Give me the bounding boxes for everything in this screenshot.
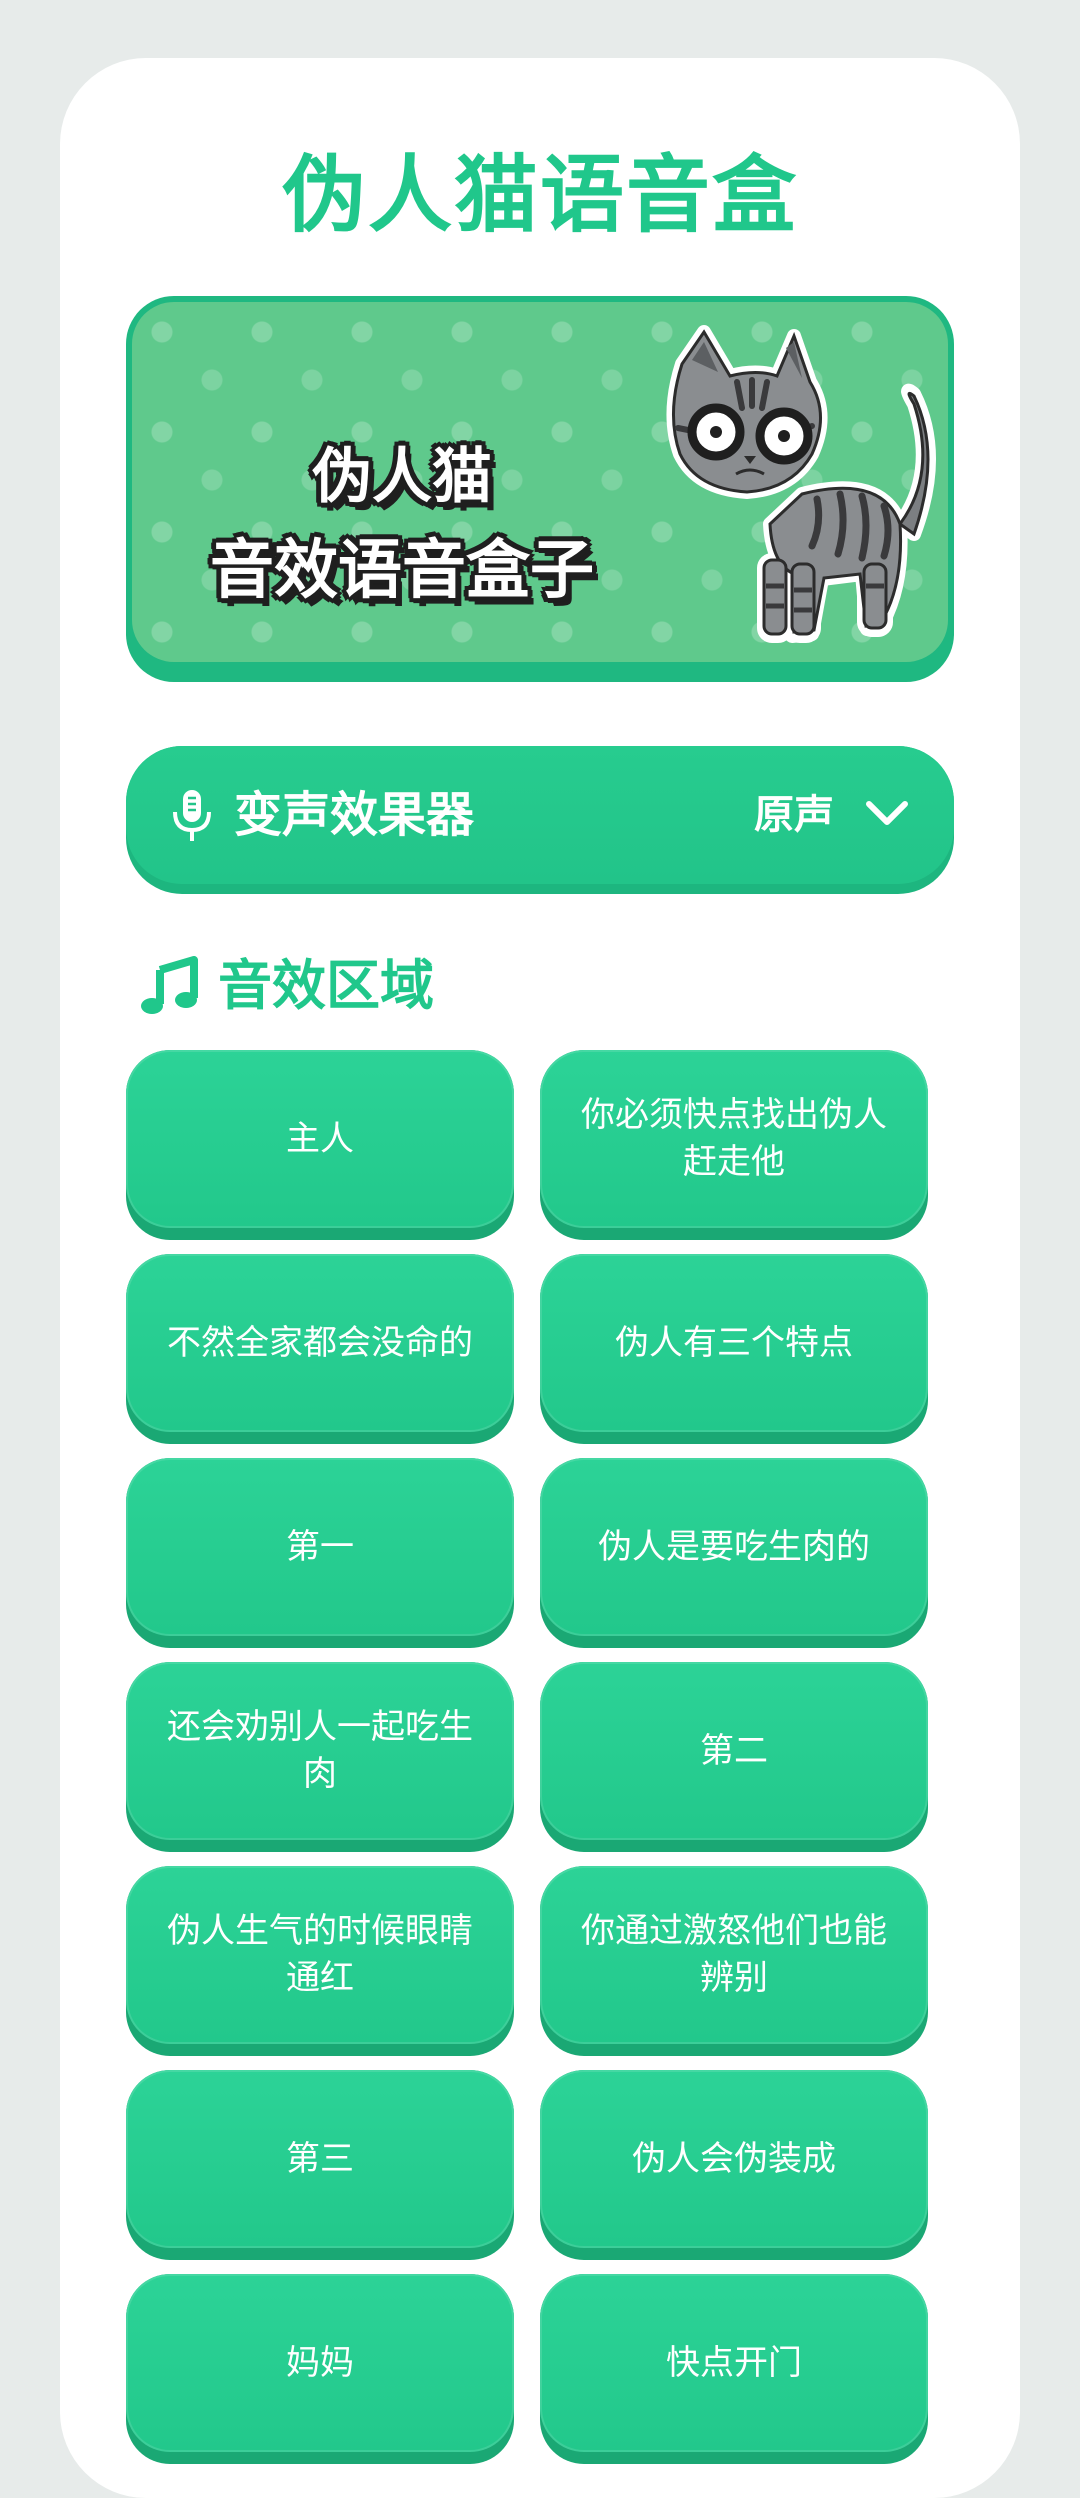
cat-illustration bbox=[666, 325, 936, 643]
sound-effect-button[interactable]: 伪人有三个特点 bbox=[540, 1254, 928, 1444]
sound-effect-label: 不然全家都会没命的 bbox=[167, 1322, 473, 1363]
sound-effect-label: 第一 bbox=[286, 1526, 354, 1567]
microphone-icon bbox=[173, 790, 211, 841]
sound-effect-label: 伪人会伪装成 bbox=[632, 2138, 836, 2179]
sound-effect-button[interactable]: 不然全家都会没命的 bbox=[126, 1254, 514, 1444]
sound-effect-button-face[interactable]: 不然全家都会没命的 bbox=[126, 1254, 514, 1432]
banner-title-line2: 音效语音盒子 bbox=[210, 534, 594, 608]
sound-effect-button-face[interactable]: 还会劝别人一起吃生肉 bbox=[126, 1662, 514, 1840]
sound-effect-button[interactable]: 妈妈 bbox=[126, 2274, 514, 2464]
sound-effect-button-face[interactable]: 伪人生气的时候眼睛通红 bbox=[126, 1866, 514, 2044]
sound-effect-button-face[interactable]: 伪人是要吃生肉的 bbox=[540, 1458, 928, 1636]
sound-effect-label: 你通过激怒他们也能辨别 bbox=[581, 1911, 887, 1998]
sound-effect-label: 还会劝别人一起吃生肉 bbox=[167, 1707, 473, 1794]
music-note-icon bbox=[141, 956, 198, 1014]
voice-changer-dropdown[interactable]: 变声效果器 原声 bbox=[126, 746, 954, 894]
banner: 伪人猫 音效语音盒子 bbox=[126, 296, 954, 682]
chevron-down-icon[interactable] bbox=[864, 796, 910, 830]
sound-effect-button-face[interactable]: 快点开门 bbox=[540, 2274, 928, 2452]
sound-effect-button[interactable]: 你通过激怒他们也能辨别 bbox=[540, 1866, 928, 2056]
voice-changer-selected-value[interactable]: 原声 bbox=[754, 784, 834, 846]
sound-effect-button[interactable]: 主人 bbox=[126, 1050, 514, 1240]
sound-effect-button-face[interactable]: 伪人有三个特点 bbox=[540, 1254, 928, 1432]
sound-effect-button-face[interactable]: 你必须快点找出伪人赶走他 bbox=[540, 1050, 928, 1228]
app-title: 伪人猫语音盒 bbox=[281, 146, 798, 244]
sound-effect-button-face[interactable]: 伪人会伪装成 bbox=[540, 2070, 928, 2248]
voice-changer-bar[interactable]: 变声效果器 原声 bbox=[126, 746, 954, 884]
sound-effect-label: 主人 bbox=[286, 1118, 354, 1159]
banner-background: 伪人猫 音效语音盒子 bbox=[132, 302, 948, 662]
sound-effect-button[interactable]: 伪人是要吃生肉的 bbox=[540, 1458, 928, 1648]
sound-effect-label: 第三 bbox=[286, 2138, 354, 2179]
banner-text: 伪人猫 音效语音盒子 bbox=[152, 430, 652, 618]
sound-effect-button-face[interactable]: 第三 bbox=[126, 2070, 514, 2248]
sound-effect-button-face[interactable]: 妈妈 bbox=[126, 2274, 514, 2452]
section-title: 音效区域 bbox=[218, 954, 434, 1017]
sound-effect-button[interactable]: 第二 bbox=[540, 1662, 928, 1852]
sound-effect-button[interactable]: 快点开门 bbox=[540, 2274, 928, 2464]
sound-effect-label: 伪人有三个特点 bbox=[615, 1322, 853, 1363]
sound-effect-button[interactable]: 第一 bbox=[126, 1458, 514, 1648]
sound-effect-label: 妈妈 bbox=[286, 2342, 354, 2383]
voice-changer-label: 变声效果器 bbox=[234, 787, 475, 843]
sound-effect-label: 伪人是要吃生肉的 bbox=[598, 1526, 870, 1567]
sound-effect-button[interactable]: 伪人生气的时候眼睛通红 bbox=[126, 1866, 514, 2056]
sound-effect-button[interactable]: 你必须快点找出伪人赶走他 bbox=[540, 1050, 928, 1240]
sound-effect-label: 第二 bbox=[700, 1730, 768, 1771]
sound-effect-button-face[interactable]: 主人 bbox=[126, 1050, 514, 1228]
sound-effect-button-face[interactable]: 第一 bbox=[126, 1458, 514, 1636]
banner-title-line1: 伪人猫 bbox=[312, 442, 492, 512]
sound-effect-label: 你必须快点找出伪人赶走他 bbox=[581, 1095, 887, 1182]
sound-effect-button[interactable]: 伪人会伪装成 bbox=[540, 2070, 928, 2260]
sound-effect-button-face[interactable]: 你通过激怒他们也能辨别 bbox=[540, 1866, 928, 2044]
sound-effect-button[interactable]: 第三 bbox=[126, 2070, 514, 2260]
sound-effect-button[interactable]: 还会劝别人一起吃生肉 bbox=[126, 1662, 514, 1852]
sound-effect-label: 伪人生气的时候眼睛通红 bbox=[167, 1911, 473, 1998]
sound-effect-button-face[interactable]: 第二 bbox=[540, 1662, 928, 1840]
sound-effect-label: 快点开门 bbox=[666, 2342, 802, 2383]
